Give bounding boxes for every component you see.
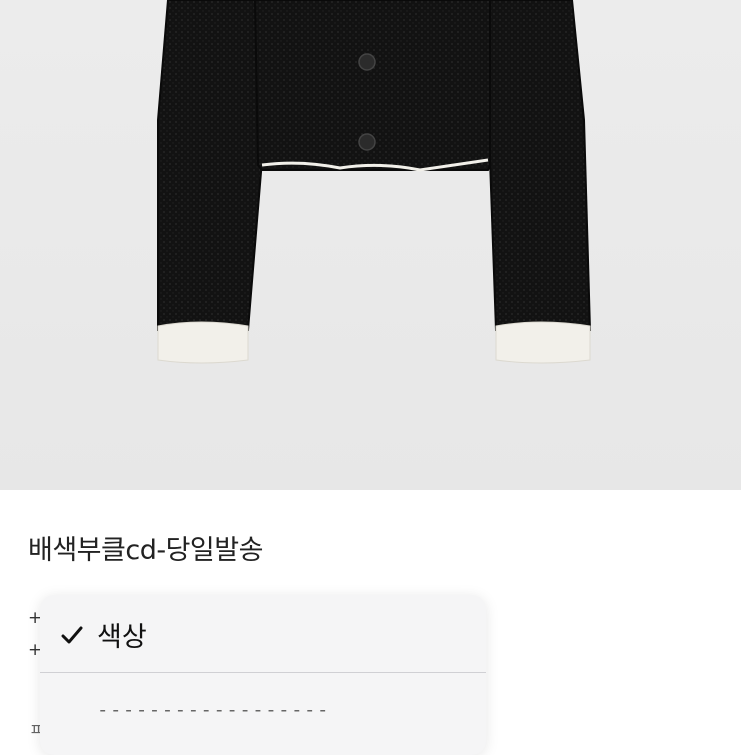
cardigan-button-top: [358, 53, 376, 71]
cardigan-image: [157, 0, 592, 364]
dropdown-option-placeholder[interactable]: ------------------: [40, 673, 486, 753]
checkmark-icon: [61, 626, 83, 644]
cardigan-button-bottom: [358, 133, 376, 151]
product-photo[interactable]: [0, 0, 741, 490]
product-title: 배색부클cd-당일발송: [28, 535, 263, 566]
dropdown-option-color[interactable]: 색상: [40, 595, 486, 673]
dropdown-placeholder-label: ------------------: [97, 699, 330, 721]
dropdown-option-label: 색상: [97, 622, 147, 653]
option-dropdown-menu[interactable]: 색상 ------------------: [40, 595, 486, 755]
